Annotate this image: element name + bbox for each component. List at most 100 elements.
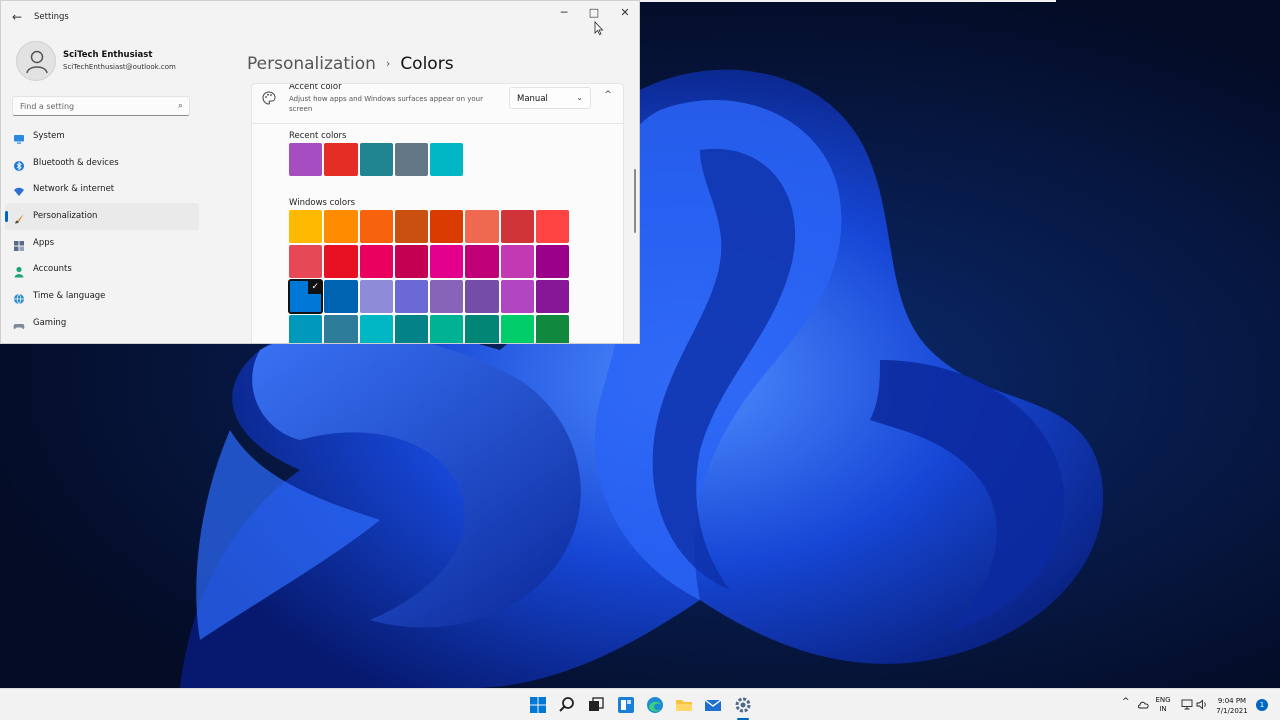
windows-color-swatch[interactable]: [394, 280, 429, 313]
notification-badge[interactable]: 1: [1256, 699, 1268, 711]
recent-color-swatch[interactable]: [289, 143, 323, 176]
windows-color-swatch[interactable]: [500, 315, 535, 343]
search-icon[interactable]: ⌕: [178, 101, 183, 111]
sidebar-item-label: Network & internet: [33, 184, 115, 195]
brush-icon: [13, 210, 25, 224]
accent-color-card: Accent color Adjust how apps and Windows…: [251, 83, 624, 343]
back-button[interactable]: ←: [9, 9, 25, 25]
network-icon[interactable]: [1181, 699, 1193, 710]
sidebar-nav: System Bluetooth & devices Network & inter…: [5, 123, 199, 337]
person-icon: [13, 263, 25, 278]
windows-color-swatch[interactable]: [394, 245, 429, 278]
windows-color-swatch[interactable]: [324, 280, 358, 313]
windows-color-swatch[interactable]: [324, 315, 358, 343]
globe-icon: [13, 290, 25, 305]
recent-colors-swatches: [289, 143, 464, 176]
sidebar-item-system[interactable]: System: [5, 123, 199, 150]
sidebar-item-label: Accounts: [33, 264, 72, 275]
windows-color-swatch[interactable]: [500, 210, 535, 243]
title-bar: ← Settings ─ □ ✕: [1, 1, 639, 33]
accent-color-title: Accent color: [289, 83, 342, 92]
volume-icon[interactable]: [1196, 699, 1208, 710]
windows-color-swatch[interactable]: [536, 245, 570, 278]
clock[interactable]: 9:04 PM 7/1/2021: [1212, 696, 1252, 716]
windows-color-swatch[interactable]: [289, 210, 323, 243]
windows-color-swatch[interactable]: [430, 280, 464, 313]
accent-color-description: Adjust how apps and Windows surfaces app…: [289, 95, 483, 113]
recent-color-swatch[interactable]: [324, 143, 358, 176]
windows-color-swatch[interactable]: [324, 210, 358, 243]
sidebar-item-gaming[interactable]: Gaming: [5, 310, 199, 337]
checkmark-icon: ✓: [308, 280, 323, 294]
scrollbar-thumb[interactable]: [634, 169, 636, 233]
windows-color-swatch[interactable]: [536, 280, 570, 313]
windows-color-swatch[interactable]: [430, 245, 464, 278]
mail-icon[interactable]: [703, 695, 723, 715]
mouse-cursor-icon: [594, 21, 604, 35]
recent-color-swatch[interactable]: [394, 143, 429, 176]
recent-colors-label: Recent colors: [289, 131, 347, 141]
breadcrumb: Personalization › Colors: [247, 54, 454, 74]
breadcrumb-parent[interactable]: Personalization: [247, 54, 376, 74]
sidebar-item-personalization[interactable]: Personalization: [5, 203, 199, 230]
sidebar-item-bluetooth-devices[interactable]: Bluetooth & devices: [5, 150, 199, 177]
windows-color-swatch[interactable]: [500, 280, 535, 313]
windows-color-swatch[interactable]: [359, 280, 393, 313]
windows-color-swatch[interactable]: [289, 315, 323, 343]
search-input[interactable]: Find a setting ⌕: [12, 96, 190, 116]
sidebar-item-apps[interactable]: Apps: [5, 230, 199, 257]
recent-color-swatch[interactable]: [430, 143, 464, 176]
windows-color-swatch[interactable]: [359, 210, 393, 243]
windows-color-swatch[interactable]: [430, 315, 464, 343]
accent-color-header[interactable]: Accent color Adjust how apps and Windows…: [252, 83, 623, 124]
widgets-icon[interactable]: [616, 695, 636, 715]
language-indicator[interactable]: ENG IN: [1153, 696, 1173, 714]
windows-color-swatch[interactable]: [465, 315, 499, 343]
windows-color-swatch[interactable]: [536, 210, 570, 243]
windows-color-swatch[interactable]: ✓: [287, 279, 324, 314]
windows-color-swatch[interactable]: [394, 315, 429, 343]
accent-mode-dropdown[interactable]: Manual ⌄: [509, 87, 591, 109]
windows-start-icon[interactable]: [528, 695, 548, 715]
wifi-icon: [13, 183, 25, 197]
windows-colors-grid: ✓: [287, 210, 570, 343]
settings-window: ← Settings ─ □ ✕ SciTech Enthusiast SciT…: [0, 0, 640, 344]
file-explorer-icon[interactable]: [674, 695, 694, 715]
windows-color-swatch[interactable]: [359, 245, 393, 278]
edge-icon[interactable]: [645, 695, 665, 715]
person-icon: [26, 50, 48, 74]
collapse-chevron-icon[interactable]: ^: [601, 90, 615, 100]
windows-color-swatch[interactable]: [465, 245, 499, 278]
search-icon[interactable]: [557, 695, 577, 715]
sidebar-item-network-internet[interactable]: Network & internet: [5, 176, 199, 203]
windows-color-swatch[interactable]: [289, 245, 323, 278]
windows-color-swatch[interactable]: [465, 210, 499, 243]
search-placeholder: Find a setting: [20, 102, 75, 111]
recent-color-swatch[interactable]: [359, 143, 393, 176]
windows-color-swatch[interactable]: [359, 315, 393, 343]
window-edge-line: [640, 0, 1056, 2]
windows-color-swatch[interactable]: [465, 280, 499, 313]
gamepad-icon: [13, 317, 25, 329]
sidebar-item-label: Personalization: [33, 211, 98, 222]
minimize-button[interactable]: ─: [549, 4, 579, 22]
windows-color-swatch[interactable]: [324, 245, 358, 278]
settings-icon[interactable]: [733, 695, 753, 715]
close-button[interactable]: ✕: [610, 4, 639, 22]
accent-mode-value: Manual: [517, 94, 548, 104]
palette-icon: [262, 91, 276, 105]
windows-color-swatch[interactable]: [430, 210, 464, 243]
windows-color-swatch[interactable]: [536, 315, 570, 343]
task-view-icon[interactable]: [586, 695, 606, 715]
chevron-down-icon: ⌄: [576, 93, 583, 102]
maximize-button[interactable]: □: [579, 4, 609, 22]
tray-overflow-chevron[interactable]: ^: [1122, 698, 1130, 707]
onedrive-cloud-icon[interactable]: [1137, 699, 1149, 709]
taskbar: ^ ENG IN 9:04 PM 7/1/2021 1: [0, 688, 1280, 720]
sidebar-item-label: System: [33, 131, 65, 141]
sidebar-item-time-language[interactable]: Time & language: [5, 283, 199, 310]
chevron-right-icon: ›: [385, 57, 391, 70]
sidebar-item-accounts[interactable]: Accounts: [5, 256, 199, 283]
windows-color-swatch[interactable]: [394, 210, 429, 243]
windows-color-swatch[interactable]: [500, 245, 535, 278]
